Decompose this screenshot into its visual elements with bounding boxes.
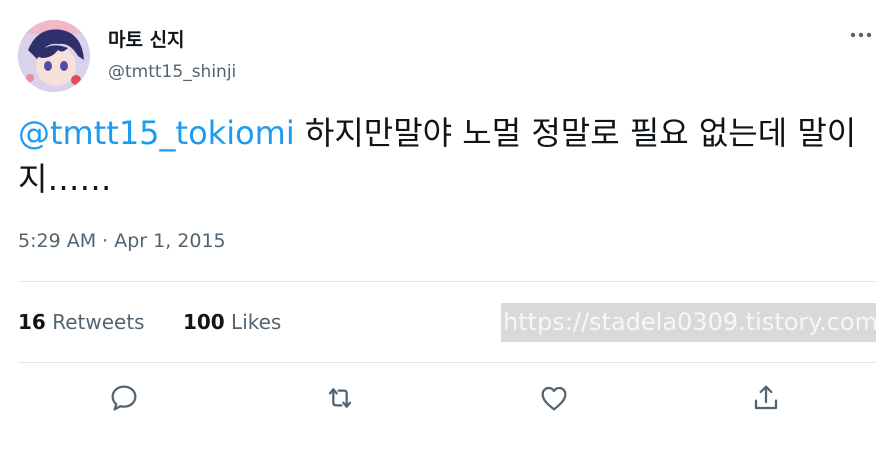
tweet-stats: 16 Retweets 100 Likes (18, 310, 281, 334)
watermark: https://stadela0309.tistory.com (501, 303, 876, 342)
user-handle[interactable]: @tmtt15_shinji (108, 62, 236, 82)
likes-count: 100 (182, 310, 225, 334)
divider-bottom (18, 362, 876, 363)
more-horizontal-icon (849, 24, 873, 43)
mention-link[interactable]: @tmtt15_tokiomi (18, 114, 295, 152)
more-options-button[interactable] (846, 18, 876, 48)
tweet-text: @tmtt15_tokiomi 하지만말야 노멀 정말로 필요 없는데 말이지…… (18, 110, 878, 202)
retweet-button[interactable] (320, 380, 360, 420)
tweet-timestamp[interactable]: 5:29 AM · Apr 1, 2015 (18, 230, 226, 252)
heart-icon (538, 382, 570, 418)
likes-label: Likes (231, 310, 282, 334)
reply-button[interactable] (104, 380, 144, 420)
share-icon (750, 382, 782, 418)
display-name[interactable]: 마토 신지 (108, 25, 185, 52)
divider-top (18, 281, 876, 282)
retweets-stat[interactable]: 16 Retweets (18, 310, 145, 334)
reply-icon (108, 382, 140, 418)
retweet-icon (323, 382, 357, 418)
share-button[interactable] (746, 380, 786, 420)
likes-stat[interactable]: 100 Likes (183, 310, 281, 334)
like-button[interactable] (534, 380, 574, 420)
avatar[interactable] (18, 20, 90, 92)
retweets-label: Retweets (52, 310, 145, 334)
retweets-count: 16 (18, 310, 46, 334)
